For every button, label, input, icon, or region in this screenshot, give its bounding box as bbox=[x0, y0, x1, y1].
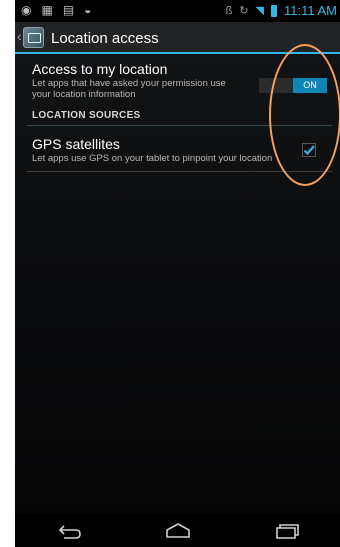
wifi-icon: ◥ bbox=[255, 5, 264, 17]
access-subtitle-line1: Let apps that have asked your permission… bbox=[32, 78, 226, 89]
status-time: 11:11 AM bbox=[284, 3, 337, 18]
sync-icon: ↻ bbox=[239, 5, 249, 17]
system-icons: ß ↻ ◥ 11:11 AM bbox=[226, 3, 337, 18]
target-icon: ◉ bbox=[21, 3, 32, 17]
access-title: Access to my location bbox=[32, 61, 168, 77]
home-icon[interactable] bbox=[164, 520, 192, 542]
gamepad-icon: ◒ bbox=[84, 3, 92, 17]
tablet-screen: ◉ ▦ ▤ ◒ ß ↻ ◥ 11:11 AM ‹ Location access… bbox=[15, 0, 340, 547]
section-header: LOCATION SOURCES bbox=[32, 110, 141, 121]
navigation-bar bbox=[15, 514, 340, 547]
settings-app-icon[interactable] bbox=[23, 27, 44, 48]
recent-apps-icon[interactable] bbox=[273, 520, 301, 542]
gps-subtitle: Let apps use GPS on your tablet to pinpo… bbox=[32, 153, 273, 164]
access-subtitle-line2: your location information bbox=[32, 89, 136, 100]
page-title: Location access bbox=[51, 30, 159, 47]
clipboard-icon: ▤ bbox=[62, 3, 75, 17]
up-caret-icon[interactable]: ‹ bbox=[17, 28, 22, 44]
back-icon[interactable] bbox=[56, 520, 84, 542]
battery-icon bbox=[271, 4, 277, 17]
bluetooth-icon: ß bbox=[225, 4, 233, 17]
notification-icons: ◉ ▦ ▤ ◒ bbox=[21, 3, 91, 17]
grid-icon: ▦ bbox=[41, 3, 53, 17]
highlight-annotation-circle bbox=[269, 44, 340, 186]
gps-title: GPS satellites bbox=[32, 136, 120, 152]
status-bar: ◉ ▦ ▤ ◒ ß ↻ ◥ 11:11 AM bbox=[15, 0, 340, 22]
